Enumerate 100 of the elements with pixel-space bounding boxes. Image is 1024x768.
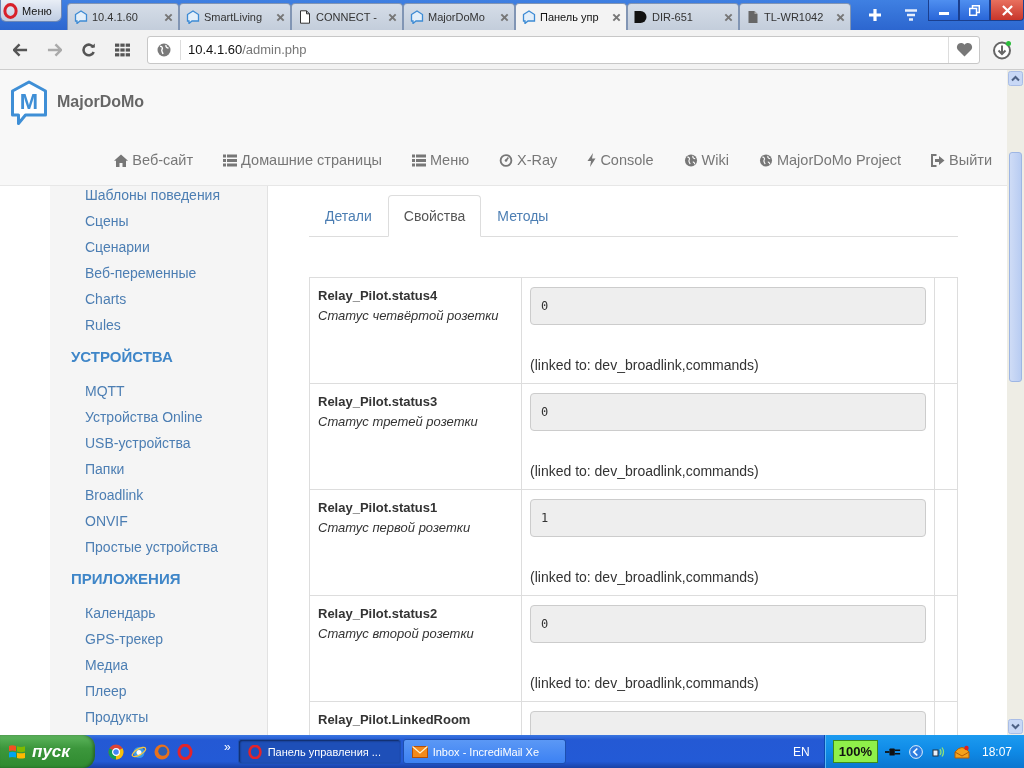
globe-icon: [758, 153, 773, 167]
browser-tab[interactable]: MajorDoMo: [403, 3, 515, 30]
bubble-icon: [410, 10, 424, 24]
ring-icon: [3, 2, 18, 19]
browser-menu-button[interactable]: Меню: [0, 0, 62, 22]
sidebar-link[interactable]: Charts: [50, 290, 267, 316]
tab[interactable]: Методы: [481, 195, 565, 237]
envelope-icon[interactable]: [953, 744, 970, 759]
browser-tab[interactable]: Панель упр: [515, 3, 627, 30]
sidebar-link[interactable]: Календарь: [50, 604, 267, 630]
value-field[interactable]: 0: [530, 605, 926, 643]
tab[interactable]: Свойства: [387, 195, 482, 237]
bubble-icon: [74, 10, 88, 24]
taskbar-button[interactable]: Inbox - IncrediMail Xe: [402, 739, 566, 764]
bubble-icon: [186, 10, 200, 24]
start-button[interactable]: пуск: [0, 735, 95, 768]
envelope-icon: [411, 744, 428, 759]
property-name: Relay_Pilot.LinkedRoom: [318, 711, 472, 729]
close-icon[interactable]: [612, 12, 621, 22]
minimize-button[interactable]: [928, 0, 959, 21]
brand-name[interactable]: MajorDoMo: [57, 93, 145, 111]
nav-link[interactable]: Домашние страницы: [223, 150, 382, 170]
close-icon[interactable]: [164, 12, 173, 22]
sign-out-icon: [931, 153, 946, 167]
value-field[interactable]: 1: [530, 499, 926, 537]
linked-note: (linked to: dev_broadlink,commands): [530, 356, 760, 375]
sidebar-link[interactable]: Простые устройства: [50, 538, 267, 564]
language-indicator[interactable]: EN: [793, 744, 810, 759]
sidebar-link[interactable]: MQTT: [50, 382, 267, 408]
sidebar-link[interactable]: Сценарии: [50, 238, 267, 264]
file-icon: [746, 10, 760, 24]
nav-link[interactable]: Console: [587, 150, 654, 170]
heart-icon[interactable]: [955, 42, 973, 57]
nav-link[interactable]: Выйти: [931, 150, 992, 170]
linked-note: (linked to: dev_broadlink,commands): [530, 462, 760, 481]
network-signal-icon[interactable]: [930, 744, 947, 759]
nav-link[interactable]: MajorDoMo Project: [758, 150, 902, 170]
grid-icon[interactable]: [115, 42, 130, 57]
sidebar-link[interactable]: Устройства Online: [50, 408, 267, 434]
close-icon[interactable]: [276, 12, 285, 22]
sidebar-link[interactable]: ONVIF: [50, 512, 267, 538]
taskbar-button[interactable]: Панель управления ...: [237, 739, 401, 764]
plus-icon[interactable]: [868, 8, 882, 22]
bubble-icon: [522, 10, 536, 24]
property-name: Relay_Pilot.status4: [318, 287, 439, 305]
property-description: Статус четвёртой розетки: [318, 307, 500, 325]
close-icon: [1001, 4, 1013, 16]
nav-link[interactable]: Меню: [411, 150, 470, 170]
list-icon: [411, 153, 426, 167]
address-field[interactable]: 10.4.1.60/admin.php: [147, 35, 980, 64]
browser-tab[interactable]: TL-WR1042: [739, 3, 851, 30]
browser-tab[interactable]: SmartLiving: [179, 3, 291, 30]
logo[interactable]: M: [10, 80, 48, 126]
property-description: Статус третей розетки: [318, 413, 479, 431]
close-button[interactable]: [990, 0, 1024, 21]
back-arrow-icon[interactable]: [13, 42, 28, 57]
reload-icon[interactable]: [81, 42, 96, 57]
nav-link[interactable]: X-Ray: [499, 150, 558, 170]
restore-button[interactable]: [959, 0, 990, 21]
browser-tab[interactable]: DIR-651: [627, 3, 739, 30]
close-icon[interactable]: [388, 12, 397, 22]
home-icon: [114, 153, 129, 167]
sidebar-link[interactable]: Продукты: [50, 708, 267, 734]
sidebar-link[interactable]: Веб-переменные: [50, 264, 267, 290]
page-icon: [298, 10, 312, 24]
sidebar-link[interactable]: Broadlink: [50, 486, 267, 512]
sidebar-link[interactable]: GPS-трекер: [50, 630, 267, 656]
sidebar-link[interactable]: Папки: [50, 460, 267, 486]
clock[interactable]: 18:07: [981, 744, 1012, 759]
globe-icon: [683, 153, 698, 167]
sidebar-link[interactable]: USB-устройства: [50, 434, 267, 460]
sidebar-heading: УСТРОЙСТВА: [70, 347, 174, 367]
minimize-icon: [938, 11, 949, 15]
download-icon[interactable]: [992, 39, 1012, 60]
nav-link[interactable]: Веб-сайт: [114, 150, 194, 170]
browser-tab[interactable]: CONNECT -: [291, 3, 403, 30]
linked-note: (linked to: dev_broadlink,commands): [530, 568, 760, 587]
scrollbar-track[interactable]: [1007, 70, 1024, 735]
sidebar-link[interactable]: Rules: [50, 316, 267, 342]
sidebar-link[interactable]: Шаблоны поведения: [50, 186, 267, 212]
nav-link[interactable]: Wiki: [683, 150, 729, 170]
gauge-icon: [499, 153, 514, 167]
close-icon[interactable]: [500, 12, 509, 22]
property-description: Статус первой розетки: [318, 519, 472, 537]
status-indicator[interactable]: 100%: [832, 740, 878, 763]
browser-tab[interactable]: 10.4.1.60: [67, 3, 179, 30]
value-field[interactable]: 0: [530, 287, 926, 325]
more-chevron[interactable]: »: [224, 740, 231, 754]
sidebar-link[interactable]: Сцены: [50, 212, 267, 238]
left-arrow-circle-icon[interactable]: [907, 744, 924, 759]
close-icon[interactable]: [836, 12, 845, 22]
tab[interactable]: Детали: [309, 195, 388, 237]
wheel-icon[interactable]: [108, 743, 124, 760]
close-icon[interactable]: [724, 12, 733, 22]
sidebar-link[interactable]: Медиа: [50, 656, 267, 682]
scrollbar-thumb[interactable]: [1009, 152, 1022, 382]
value-field[interactable]: 0: [530, 393, 926, 431]
ring-icon: [246, 744, 263, 759]
menu-icon[interactable]: [904, 8, 918, 22]
sidebar-link[interactable]: Плеер: [50, 682, 267, 708]
